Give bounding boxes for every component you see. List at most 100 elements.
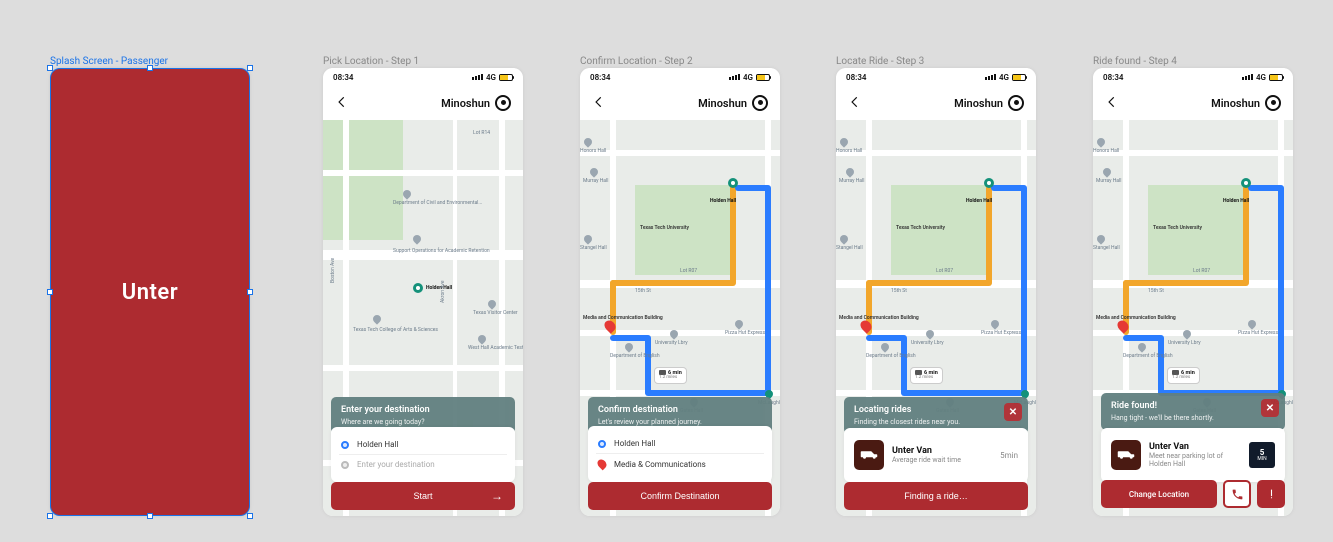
screen-step1: 08:34 4G Minoshun Lot R14 Department of … <box>323 68 523 516</box>
banner-subtitle: Hang tight - we'll be there shortly. <box>1111 414 1275 422</box>
screen-step4: 08:34 4G Minoshun Holden Hall Texas T <box>1093 68 1293 516</box>
map-poi: Department of English <box>866 353 916 359</box>
eta-tooltip: 6 min 1.2 miles <box>1168 368 1199 383</box>
map-poi: Support Operations for Academic Retentio… <box>393 248 473 254</box>
ride-card: Unter Van Meet near parking lot of Holde… <box>1101 428 1285 482</box>
selection-handle[interactable] <box>147 513 153 519</box>
frame-label: Ride found - Step 4 <box>1093 56 1177 67</box>
van-icon <box>854 440 884 470</box>
map[interactable]: Holden Hall Texas Tech University Media … <box>580 120 780 516</box>
selection-handle[interactable] <box>147 65 153 71</box>
selection-handle[interactable] <box>47 65 53 71</box>
user-name: Minoshun <box>698 97 747 110</box>
network-label: 4G <box>486 73 496 82</box>
origin-row[interactable]: Holden Hall <box>339 435 507 455</box>
user-chip[interactable]: Minoshun <box>1211 95 1281 111</box>
map-street: Akron Ave <box>440 281 446 303</box>
map-poi: Murray Hall <box>583 178 608 184</box>
selection-handle[interactable] <box>47 289 53 295</box>
selection-handle[interactable] <box>247 289 253 295</box>
frame-label: Locate Ride - Step 3 <box>836 56 924 67</box>
start-button[interactable]: Start → <box>331 482 515 510</box>
map-poi: Media and Communication Building <box>1096 315 1136 321</box>
origin-dot-icon <box>598 440 606 448</box>
user-chip[interactable]: Minoshun <box>698 95 768 111</box>
map-poi: University Lbry <box>1168 340 1201 346</box>
map[interactable]: Lot R14 Department of Civil and Environm… <box>323 120 523 516</box>
user-chip[interactable]: Minoshun <box>954 95 1024 111</box>
status-bar: 08:34 4G <box>836 68 1036 86</box>
map-poi: West Hall Academic Testing Services <box>468 345 523 351</box>
back-button[interactable] <box>335 94 349 113</box>
status-time: 08:34 <box>590 73 610 82</box>
origin-row[interactable]: Holden Hall <box>596 434 764 454</box>
selection-handle[interactable] <box>47 513 53 519</box>
map[interactable]: Holden Hall Texas Tech University Media … <box>1093 120 1293 516</box>
ride-option[interactable]: Unter Van Average ride wait time 5min <box>852 436 1020 474</box>
button-label: Start <box>413 491 432 501</box>
status-bar: 08:34 4G <box>1093 68 1293 86</box>
map-poi: Stangel Hall <box>580 245 607 251</box>
user-chip[interactable]: Minoshun <box>441 95 511 111</box>
status-time: 08:34 <box>1103 73 1123 82</box>
ride-found-banner: Ride found! Hang tight - we'll be there … <box>1101 393 1285 430</box>
map[interactable]: Holden Hall Texas Tech University Media … <box>836 120 1036 516</box>
map-poi: Department of Civil and Environmental... <box>393 200 463 206</box>
app-header: Minoshun <box>580 86 780 120</box>
origin-text: Holden Hall <box>357 440 398 449</box>
destination-row[interactable]: Media & Communications <box>596 454 764 474</box>
map-poi: Texas Tech University <box>1153 225 1202 231</box>
map-poi: Lot R07 <box>680 268 697 274</box>
banner-subtitle: Finding the closest rides near you. <box>854 418 1018 426</box>
back-button[interactable] <box>1105 94 1119 113</box>
map-poi: Lot R07 <box>936 268 953 274</box>
ride-name: Unter Van <box>892 446 992 456</box>
network-label: 4G <box>999 73 1009 82</box>
app-header: Minoshun <box>323 86 523 120</box>
map-poi-main: Holden Hall <box>1223 198 1249 204</box>
avatar-icon <box>1008 95 1024 111</box>
map-poi: Stangel Hall <box>1093 245 1120 251</box>
finding-ride-button[interactable]: Finding a ride… <box>844 482 1028 510</box>
location-card: Holden Hall Media & Communications <box>588 426 772 482</box>
network-label: 4G <box>1256 73 1266 82</box>
destination-input[interactable]: Enter your destination <box>339 455 507 474</box>
app-header: Minoshun <box>1093 86 1293 120</box>
map-poi-main: Holden Hall <box>966 198 992 204</box>
banner-title: Ride found! <box>1111 401 1275 411</box>
origin-text: Holden Hall <box>614 439 655 448</box>
change-location-button[interactable]: Change Location <box>1101 480 1217 508</box>
button-label: Change Location <box>1129 490 1189 499</box>
banner-title: Locating rides <box>854 405 1018 415</box>
map-poi: Texas Visitor Center <box>473 310 518 316</box>
emergency-button[interactable] <box>1257 480 1285 508</box>
call-driver-button[interactable] <box>1223 480 1251 508</box>
map-poi: Murray Hall <box>1096 178 1121 184</box>
ride-option[interactable]: Unter Van Meet near parking lot of Holde… <box>1109 436 1277 474</box>
map-poi: Murray Hall <box>839 178 864 184</box>
close-banner-button[interactable]: ✕ <box>1004 403 1022 421</box>
map-poi: Texas Tech University <box>640 225 689 231</box>
origin-dot-icon <box>341 441 349 449</box>
map-poi: University Lbry <box>911 340 944 346</box>
map-poi: Pizza Hut Express <box>725 330 775 336</box>
selection-handle[interactable] <box>247 65 253 71</box>
battery-icon <box>1269 74 1283 81</box>
back-button[interactable] <box>848 94 862 113</box>
map-street: Boston Ave <box>330 258 336 283</box>
back-button[interactable] <box>592 94 606 113</box>
eta-tooltip: 6 min 1.2 miles <box>655 368 686 383</box>
screen-step2: 08:34 4G Minoshun Holden Hall <box>580 68 780 516</box>
map-poi: Pizza Hut Express <box>1238 330 1288 336</box>
signal-icon <box>985 74 996 80</box>
map-poi: Department of English <box>610 353 660 359</box>
selection-handle[interactable] <box>247 513 253 519</box>
confirm-button[interactable]: Confirm Destination <box>588 482 772 510</box>
banner-title: Enter your destination <box>341 405 505 415</box>
signal-icon <box>472 74 483 80</box>
ride-name: Unter Van <box>1149 442 1241 452</box>
map-poi: Media and Communication Building <box>583 315 623 321</box>
map-poi: Honors Hall <box>580 148 606 154</box>
close-banner-button[interactable]: ✕ <box>1261 399 1279 417</box>
avatar-icon <box>495 95 511 111</box>
